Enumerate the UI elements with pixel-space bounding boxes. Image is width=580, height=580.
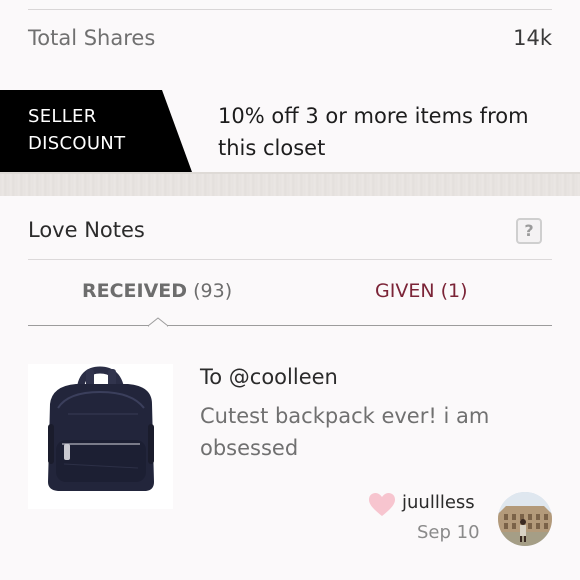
total-shares-label: Total Shares: [28, 26, 156, 50]
tab-active-caret-icon: [148, 317, 168, 327]
tab-received-count: (93): [193, 280, 233, 302]
tab-given-count: (1): [440, 280, 468, 302]
total-shares-value: 14k: [513, 26, 552, 50]
note-date: Sep 10: [417, 522, 480, 543]
divider: [28, 259, 552, 260]
seller-discount-row: SELLER DISCOUNT 10% off 3 or more items …: [0, 90, 580, 172]
tab-received-label: RECEIVED: [82, 280, 188, 302]
seller-discount-badge: SELLER DISCOUNT: [0, 90, 192, 172]
help-icon[interactable]: ?: [516, 218, 542, 244]
user-avatar[interactable]: [498, 492, 552, 546]
tab-underline: [28, 325, 552, 326]
heart-icon: [369, 493, 395, 516]
tab-given[interactable]: GIVEN (1): [375, 280, 468, 302]
note-recipient[interactable]: To @coolleen: [200, 365, 338, 389]
tab-given-label: GIVEN: [375, 280, 435, 302]
discount-description: 10% off 3 or more items from this closet: [218, 104, 529, 160]
note-author-username[interactable]: juullless: [402, 492, 475, 513]
total-shares-row: Total Shares 14k: [0, 0, 580, 78]
note-text: Cutest backpack ever! i am obsessed: [200, 404, 490, 460]
badge-line-seller: SELLER: [28, 106, 97, 127]
section-divider-band: [0, 172, 580, 196]
badge-line-discount: DISCOUNT: [28, 133, 126, 154]
love-notes-title: Love Notes: [28, 218, 145, 242]
tab-received[interactable]: RECEIVED (93): [82, 280, 232, 302]
divider: [28, 9, 552, 10]
backpack-image[interactable]: [28, 364, 173, 509]
